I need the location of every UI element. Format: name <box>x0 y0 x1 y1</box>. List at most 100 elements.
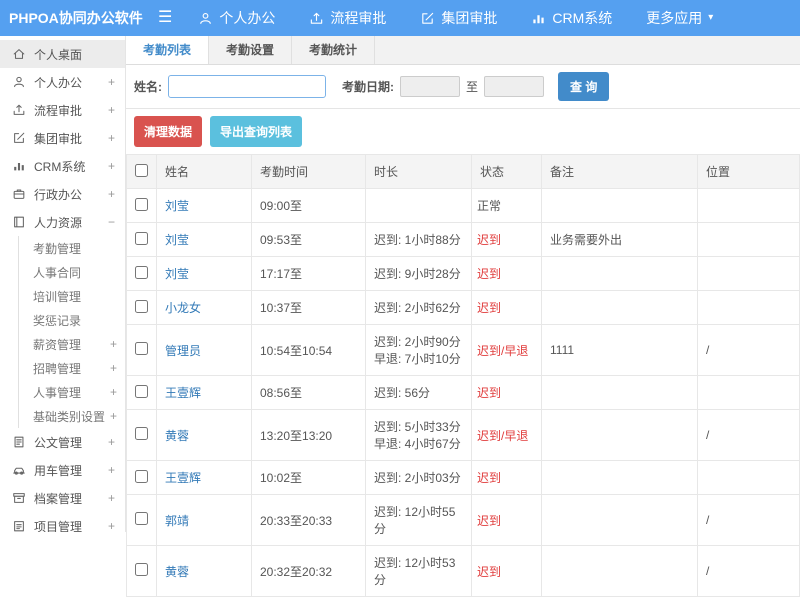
expand-toggle[interactable]: + <box>108 463 115 477</box>
sidebar-item[interactable]: CRM系统 + <box>0 152 125 180</box>
employee-name-link[interactable]: 刘莹 <box>165 233 189 247</box>
duration-cell: 迟到: 2小时03分 <box>365 460 472 495</box>
topnav-item[interactable]: 流程审批 <box>309 8 392 28</box>
tab[interactable]: 考勤列表 <box>126 36 210 64</box>
row-checkbox[interactable] <box>135 299 148 313</box>
expand-toggle[interactable]: + <box>108 519 115 532</box>
expand-toggle[interactable]: + <box>108 75 115 89</box>
sidebar-item-label: 项目管理 <box>34 519 83 533</box>
sidebar-item[interactable]: 行政办公 + <box>0 180 125 208</box>
employee-name-link[interactable]: 王壹辉 <box>165 471 201 485</box>
row-checkbox[interactable] <box>135 342 148 355</box>
sidebar-item[interactable]: 档案管理 + <box>0 484 125 512</box>
location-cell <box>697 290 800 325</box>
employee-name-link[interactable]: 郭靖 <box>165 514 189 528</box>
employee-name-link[interactable]: 黄蓉 <box>165 429 189 443</box>
column-header: 时长 <box>365 154 472 189</box>
clear-data-button[interactable]: 清理数据 <box>134 116 203 147</box>
sidebar-item[interactable]: 个人桌面 <box>0 40 125 68</box>
expand-toggle[interactable]: + <box>108 491 115 505</box>
date-end-input[interactable] <box>484 76 545 97</box>
sidebar-item[interactable]: 个人办公 + <box>0 68 125 96</box>
expand-toggle[interactable]: − <box>108 215 115 229</box>
sidebar-item-label: 行政办公 <box>34 187 83 202</box>
tab[interactable]: 考勤统计 <box>292 36 376 64</box>
sidebar-item-label: 用车管理 <box>34 463 83 478</box>
employee-name-link[interactable]: 管理员 <box>165 344 201 358</box>
attendance-time-cell: 08:56至 <box>251 375 366 410</box>
row-checkbox[interactable] <box>135 427 148 440</box>
name-filter-label: 姓名: <box>134 80 162 94</box>
topnav-item[interactable]: 个人办公 <box>198 8 281 28</box>
tab[interactable]: 考勤设置 <box>209 36 293 64</box>
sidebar-item-label: 个人桌面 <box>34 47 83 62</box>
sidebar-item[interactable]: 项目管理 + <box>0 512 125 532</box>
sidebar-item[interactable]: 招聘管理 + <box>18 356 125 380</box>
employee-name-link[interactable]: 刘莹 <box>165 267 189 281</box>
sidebar-item-label: 培训管理 <box>33 289 82 304</box>
location-cell <box>697 188 800 223</box>
sidebar-item[interactable]: 考勤管理 <box>18 236 125 260</box>
expand-toggle[interactable]: + <box>108 131 115 145</box>
select-all-checkbox[interactable] <box>135 163 148 177</box>
employee-name-link[interactable]: 王壹辉 <box>165 386 201 400</box>
sidebar-item[interactable]: 基础类别设置 + <box>18 404 125 428</box>
sidebar-item[interactable]: 用车管理 + <box>0 456 125 484</box>
sidebar-item-label: 薪资管理 <box>33 337 82 352</box>
expand-toggle[interactable]: + <box>108 435 115 449</box>
sidebar-item[interactable]: 流程审批 + <box>0 96 125 124</box>
archive-icon <box>12 491 26 505</box>
employee-name-link[interactable]: 刘莹 <box>165 199 189 213</box>
sidebar-item[interactable]: 奖惩记录 <box>18 308 125 332</box>
expand-toggle[interactable]: + <box>108 103 115 117</box>
action-bar: 清理数据 导出查询列表 <box>126 109 800 154</box>
sidebar-item[interactable]: 人力资源 − <box>0 208 125 236</box>
row-checkbox[interactable] <box>135 512 148 525</box>
topnav-item[interactable]: 更多应用 ▾ <box>646 8 713 28</box>
topnav-item[interactable]: CRM系统 <box>531 8 618 28</box>
row-checkbox[interactable] <box>135 469 148 483</box>
sidebar-item[interactable]: 人事合同 <box>18 260 125 284</box>
sidebar-item[interactable]: 公文管理 + <box>0 428 125 456</box>
project-icon <box>12 519 26 532</box>
column-header: 考勤时间 <box>251 154 366 189</box>
employee-name-link[interactable]: 黄蓉 <box>165 565 189 579</box>
row-checkbox[interactable] <box>135 563 148 576</box>
expand-toggle[interactable]: + <box>110 409 117 423</box>
doc-icon <box>12 435 26 449</box>
expand-toggle[interactable]: + <box>108 187 115 201</box>
name-input[interactable] <box>168 75 326 98</box>
menu-toggle-icon[interactable]: ☰ <box>158 10 172 26</box>
row-checkbox[interactable] <box>135 265 148 279</box>
table-row: 郭靖 20:33至20:33 迟到: 12小时55 分 迟到 / <box>126 494 800 546</box>
status-badge: 正常 <box>477 199 502 213</box>
expand-toggle[interactable]: + <box>110 385 117 399</box>
employee-name-link[interactable]: 小龙女 <box>165 301 201 315</box>
query-button[interactable]: 查 询 <box>558 72 610 101</box>
note-cell: 业务需要外出 <box>541 222 698 257</box>
tab-label: 考勤设置 <box>226 43 275 57</box>
export-list-button[interactable]: 导出查询列表 <box>210 116 303 147</box>
note-cell <box>541 545 698 597</box>
sidebar-item[interactable]: 薪资管理 + <box>18 332 125 356</box>
topnav-item[interactable]: 集团审批 <box>420 8 503 28</box>
row-checkbox[interactable] <box>135 231 148 245</box>
row-checkbox[interactable] <box>135 384 148 398</box>
location-cell: / <box>697 409 800 461</box>
expand-toggle[interactable]: + <box>108 159 115 173</box>
attendance-time-cell: 13:20至13:20 <box>251 409 366 461</box>
topnav-item-label: 个人办公 <box>219 10 276 26</box>
sidebar-item[interactable]: 人事管理 + <box>18 380 125 404</box>
expand-toggle[interactable]: + <box>110 361 117 375</box>
flow-icon <box>309 11 324 26</box>
app-logo[interactable]: PHPOA协同办公软件 <box>0 8 158 28</box>
status-badge: 迟到/早退 <box>477 428 529 443</box>
row-checkbox[interactable] <box>135 197 148 211</box>
sidebar-item[interactable]: 培训管理 <box>18 284 125 308</box>
date-start-input[interactable] <box>400 76 460 97</box>
edit-icon <box>420 11 435 26</box>
sidebar-item-label: 奖惩记录 <box>33 313 82 328</box>
duration-cell: 迟到: 9小时28分 <box>365 256 472 291</box>
sidebar-item[interactable]: 集团审批 + <box>0 124 125 152</box>
expand-toggle[interactable]: + <box>110 337 117 351</box>
